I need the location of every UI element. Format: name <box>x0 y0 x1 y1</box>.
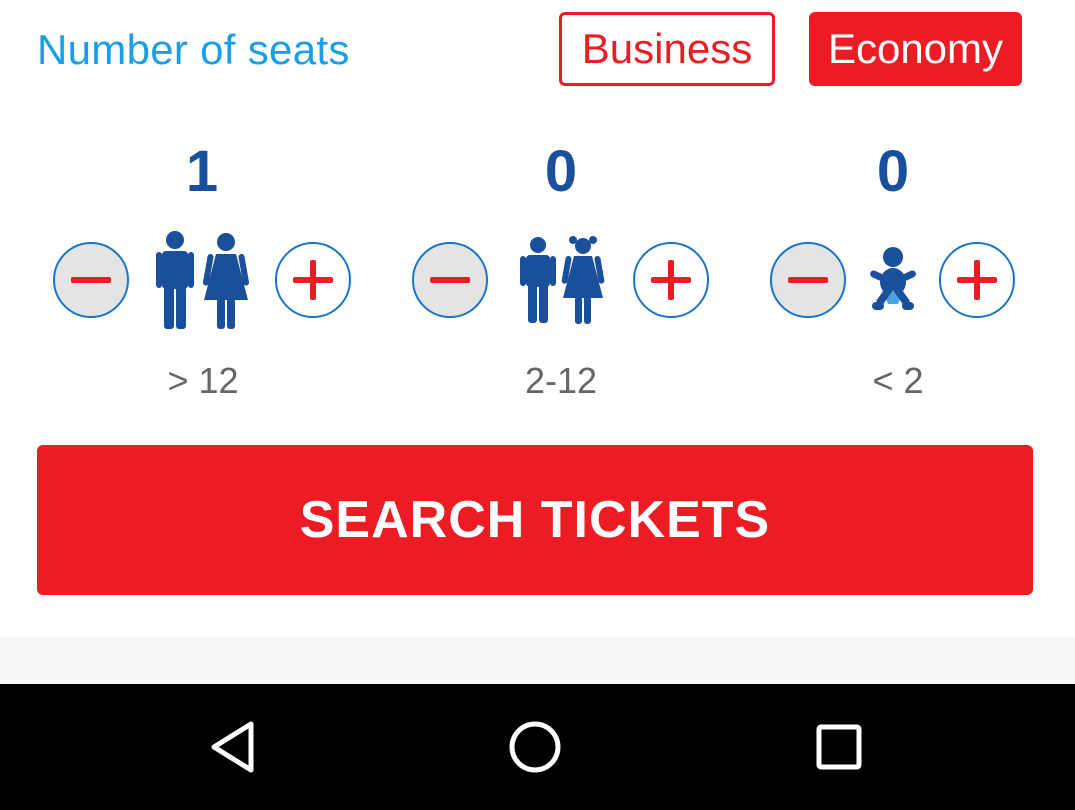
home-button[interactable] <box>502 714 568 780</box>
adults-increment-button[interactable] <box>274 241 352 319</box>
infants-age-range: < 2 <box>872 360 924 401</box>
plus-icon <box>633 242 709 318</box>
search-tickets-label: SEARCH TICKETS <box>299 491 771 549</box>
seat-selection-screen: Number of seats Business Economy 1 > 12 … <box>0 0 1075 810</box>
minus-icon <box>770 242 846 318</box>
minus-icon <box>53 242 129 318</box>
recents-icon <box>816 724 862 770</box>
children-icon <box>518 236 606 331</box>
children-count: 0 <box>544 139 578 204</box>
infants-count: 0 <box>876 139 910 204</box>
bottom-strip <box>0 637 1075 684</box>
children-age-range: 2-12 <box>524 360 598 401</box>
home-icon <box>509 721 561 773</box>
economy-class-label: Economy <box>827 25 1004 72</box>
adults-age-range: > 12 <box>167 360 239 401</box>
search-tickets-button[interactable]: SEARCH TICKETS <box>37 445 1033 595</box>
plus-icon <box>939 242 1015 318</box>
back-icon <box>211 721 254 773</box>
recents-button[interactable] <box>806 714 872 780</box>
adults-count: 1 <box>185 139 219 204</box>
system-navigation-bar <box>0 684 1075 810</box>
business-class-button[interactable]: Business <box>559 12 775 86</box>
children-decrement-button[interactable] <box>411 241 489 319</box>
children-increment-button[interactable] <box>632 241 710 319</box>
infants-increment-button[interactable] <box>938 241 1016 319</box>
adult-couple-icon <box>153 230 251 335</box>
infant-icon <box>868 246 918 319</box>
infants-decrement-button[interactable] <box>769 241 847 319</box>
plus-icon <box>275 242 351 318</box>
back-button[interactable] <box>202 714 268 780</box>
adults-decrement-button[interactable] <box>52 241 130 319</box>
business-class-label: Business <box>581 25 753 72</box>
minus-icon <box>412 242 488 318</box>
economy-class-button[interactable]: Economy <box>809 12 1022 86</box>
page-title: Number of seats <box>37 26 350 73</box>
